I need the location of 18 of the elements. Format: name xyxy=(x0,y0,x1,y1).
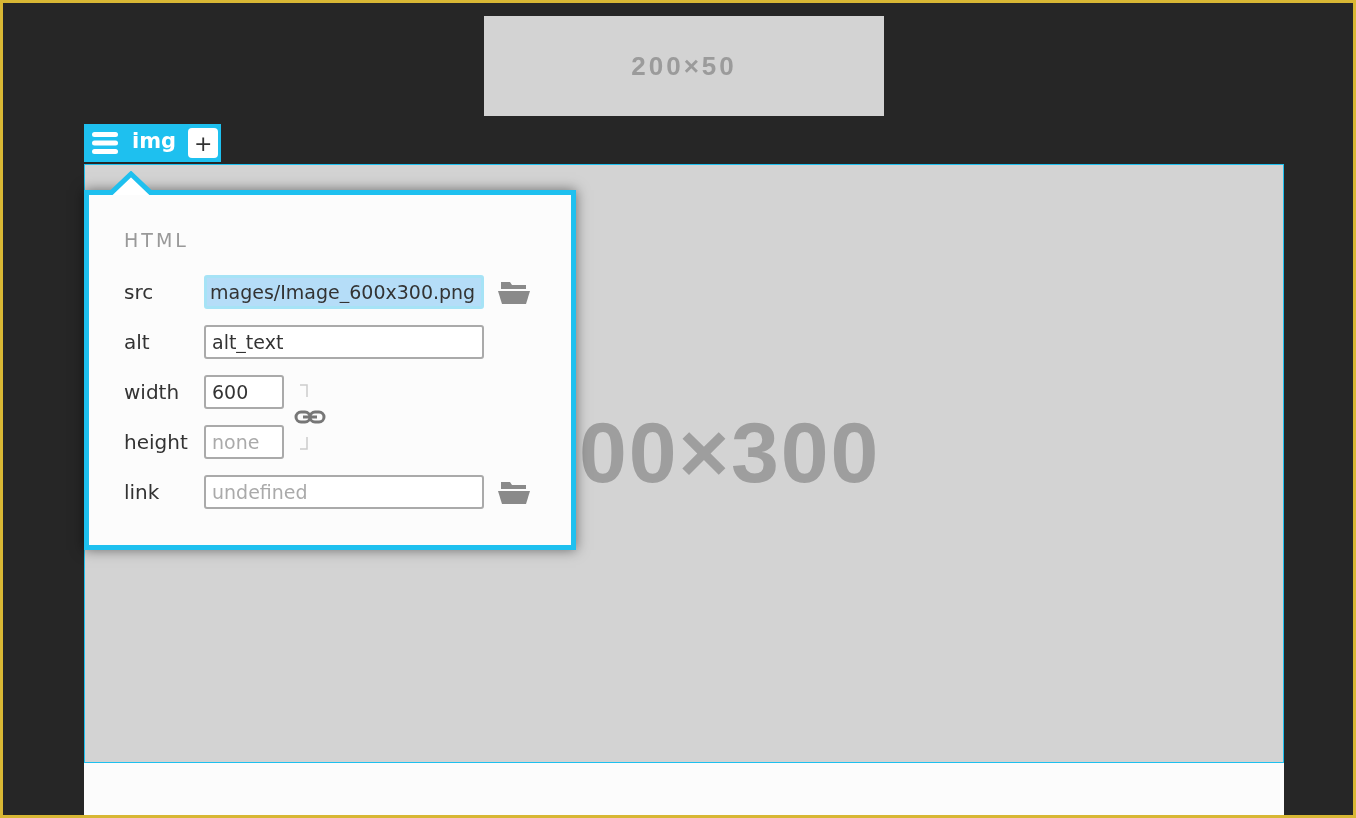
field-label: width xyxy=(124,380,181,404)
add-button[interactable]: + xyxy=(188,128,219,158)
section-heading: HTML xyxy=(124,229,190,251)
field-label: link xyxy=(124,480,161,504)
menu-icon[interactable] xyxy=(92,132,118,154)
field-label: alt xyxy=(124,330,151,354)
link-icon[interactable] xyxy=(294,383,326,451)
input-field[interactable]: alt_text xyxy=(204,325,484,359)
image-size-label: 200×50 xyxy=(631,50,737,82)
input-field[interactable]: undefined xyxy=(204,475,484,509)
folder-icon[interactable] xyxy=(498,480,530,504)
field-label: height xyxy=(124,430,189,454)
field-label: src xyxy=(124,280,155,304)
input-field[interactable]: 600 xyxy=(204,375,284,409)
folder-icon[interactable] xyxy=(498,280,530,304)
input-field[interactable]: mages/Image_600x300.png xyxy=(204,275,484,309)
input-field[interactable]: none xyxy=(204,425,284,459)
element-tag-label: img xyxy=(132,129,177,153)
